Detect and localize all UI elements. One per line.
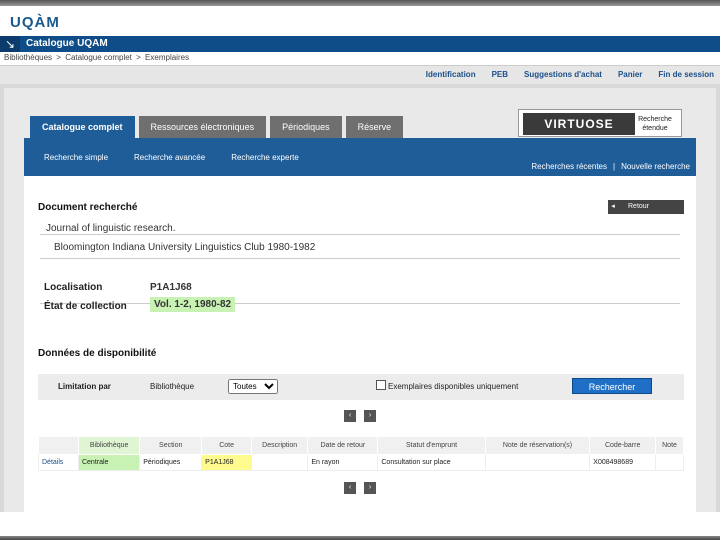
top-links-bar: Identification PEB Suggestions d'achat P…: [0, 66, 720, 84]
column-header-reservations: Note de réservation(s): [484, 436, 591, 455]
column-header-section: Section: [139, 436, 203, 455]
content-area: Document recherché ◂ Retour Journal of li…: [24, 176, 696, 512]
tab-ressources-electroniques[interactable]: Ressources électroniques: [138, 116, 267, 138]
breadcrumb: Bibliothèques > Catalogue complet > Exem…: [4, 53, 191, 62]
details-link[interactable]: Détails: [38, 454, 79, 471]
next-page-icon[interactable]: ›: [364, 482, 376, 494]
cell-statut: Consultation sur place: [377, 454, 486, 471]
breadcrumb-separator: >: [136, 53, 141, 62]
catalogue-titlebar: ↘ Catalogue UQAM: [0, 36, 720, 52]
back-arrow-icon: ◂: [611, 203, 615, 210]
tab-reserve[interactable]: Réserve: [345, 116, 404, 138]
rechercher-button[interactable]: Rechercher: [572, 378, 652, 394]
bottom-edge-strip: [0, 536, 720, 540]
column-header-cote: Cote: [201, 436, 253, 455]
cell-code-barre: X008498689: [589, 454, 657, 471]
tab-periodiques[interactable]: Périodiques: [270, 116, 342, 138]
filter-label: Limitation par: [58, 382, 111, 391]
link-peb[interactable]: PEB: [492, 70, 508, 79]
app-title: Catalogue UQAM: [26, 38, 108, 49]
column-header-code-barre: Code-barre: [589, 436, 657, 455]
document-summary: Journal of linguistic research. Blooming…: [40, 218, 680, 258]
cell-bibliotheque: Centrale: [77, 454, 141, 471]
holdings-value: Vol. 1-2, 1980-82: [150, 297, 236, 312]
link-panier[interactable]: Panier: [618, 70, 642, 79]
location-label: Localisation: [44, 282, 103, 293]
breadcrumb-exemplaires: Exemplaires: [145, 53, 190, 62]
link-recherche-simple[interactable]: Recherche simple: [44, 153, 108, 162]
column-header-note: Note: [655, 436, 684, 455]
document-publication: Bloomington Indiana University Linguisti…: [54, 242, 316, 253]
cell-date-retour: En rayon: [307, 454, 379, 471]
divider: [40, 303, 680, 304]
retour-button[interactable]: ◂ Retour: [608, 200, 684, 214]
tab-catalogue-complet[interactable]: Catalogue complet: [30, 116, 135, 138]
library-select[interactable]: Toutes: [228, 379, 278, 394]
available-only-label: Exemplaires disponibles uniquement: [388, 382, 519, 391]
link-fin-session[interactable]: Fin de session: [658, 70, 714, 79]
divider: [40, 258, 680, 259]
cell-description: [251, 454, 309, 471]
link-nouvelle-recherche[interactable]: Nouvelle recherche: [621, 162, 690, 171]
catalogue-tabs: Catalogue complet Ressources électroniqu…: [30, 116, 404, 138]
virtuose-logo: VIRTUOSE: [523, 113, 635, 135]
table-row: Détails Centrale Périodiques P1A1J68 En …: [38, 454, 684, 471]
cell-note: [655, 454, 684, 471]
header-logo-area: UQÀM: [0, 6, 720, 36]
link-recherche-experte[interactable]: Recherche experte: [231, 153, 299, 162]
availability-heading: Données de disponibilité: [38, 348, 157, 359]
holdings-label: État de collection: [44, 301, 127, 312]
breadcrumb-separator: >: [56, 53, 61, 62]
column-header: [38, 436, 79, 455]
next-page-icon[interactable]: ›: [364, 410, 376, 422]
column-header-bibliotheque: Bibliothèque: [77, 436, 141, 455]
pager-top: ‹ ›: [344, 410, 376, 422]
previous-page-icon[interactable]: ‹: [344, 482, 356, 494]
availability-table: Bibliothèque Section Cote Description Da…: [38, 436, 684, 471]
available-only-checkbox[interactable]: [376, 380, 386, 390]
link-recherches-recentes[interactable]: Recherches récentes: [531, 162, 607, 171]
arrow-icon: ↘: [0, 36, 20, 52]
cell-cote: P1A1J68: [201, 454, 253, 471]
availability-filter-bar: Limitation par Bibliothèque Toutes Exemp…: [38, 374, 684, 400]
pager-bottom: ‹ ›: [344, 482, 376, 494]
document-heading: Document recherché: [38, 202, 138, 213]
subnav-separator: |: [612, 162, 616, 171]
location-value: P1A1J68: [150, 282, 192, 293]
recherche-etendue-link[interactable]: Recherche étendue: [633, 115, 677, 133]
column-header-statut: Statut d'emprunt: [377, 436, 486, 455]
virtuose-box[interactable]: VIRTUOSE Recherche étendue: [518, 109, 682, 137]
previous-page-icon[interactable]: ‹: [344, 410, 356, 422]
uqam-logo: UQÀM: [10, 14, 60, 31]
cell-section: Périodiques: [139, 454, 203, 471]
footer-area: [0, 512, 720, 540]
cell-reservations: [484, 454, 591, 471]
link-identification[interactable]: Identification: [426, 70, 476, 79]
holdings-value-text: Vol. 1-2, 1980-82: [150, 297, 236, 312]
retour-label: Retour: [628, 203, 650, 210]
column-header-description: Description: [251, 436, 309, 455]
link-recherche-avancee[interactable]: Recherche avancée: [134, 153, 205, 162]
document-title: Journal of linguistic research.: [46, 223, 176, 234]
link-suggestions[interactable]: Suggestions d'achat: [524, 70, 602, 79]
search-subnav: Recherche simple Recherche avancée Reche…: [24, 138, 696, 176]
breadcrumb-bibliotheques[interactable]: Bibliothèques: [4, 53, 52, 62]
column-header-date-retour: Date de retour: [307, 436, 379, 455]
filter-field-label: Bibliothèque: [150, 382, 195, 391]
divider: [40, 234, 680, 235]
breadcrumb-catalogue[interactable]: Catalogue complet: [65, 53, 132, 62]
